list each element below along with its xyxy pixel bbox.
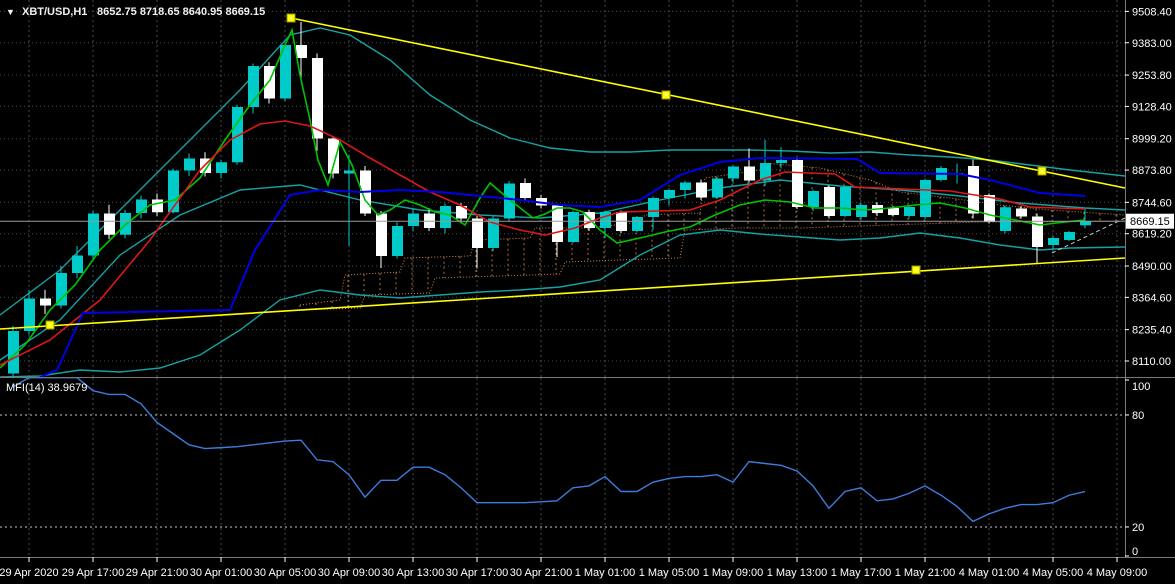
time-axis[interactable]: 29 Apr 2020 29 Apr 17:00 29 Apr 21:00 30 Ap… xyxy=(0,557,1147,579)
candle-up xyxy=(392,222,403,259)
candle-down xyxy=(824,185,835,219)
price-axis-label: 8744.60 xyxy=(1132,197,1172,209)
price-axis-label: 9508.40 xyxy=(1132,6,1172,18)
sub-axis-label: 100 xyxy=(1132,381,1150,393)
candle-down xyxy=(104,204,115,239)
candle-up xyxy=(712,177,723,199)
candle-down xyxy=(552,203,563,257)
price-axis-label: 8235.40 xyxy=(1132,325,1172,337)
sub-axis-label: 80 xyxy=(1132,410,1144,422)
time-axis-label: 1 May 05:00 xyxy=(639,567,700,579)
price-axis-label: 8110.00 xyxy=(1132,356,1171,368)
candle-down xyxy=(264,62,275,104)
sub-axis-label: 20 xyxy=(1132,522,1144,534)
candle-up xyxy=(88,211,99,259)
time-axis-label: 4 May 01:00 xyxy=(959,567,1020,579)
symbol-dropdown-icon: ▼ xyxy=(6,7,15,17)
candle-up xyxy=(840,186,851,218)
candle-down xyxy=(1016,206,1027,219)
time-axis-label: 4 May 05:00 xyxy=(1023,567,1084,579)
time-axis-label: 30 Apr 01:00 xyxy=(190,567,252,579)
mfi-indicator-label: MFI(14) 38.9679 xyxy=(6,382,87,394)
candle-up xyxy=(72,246,83,279)
candle-down xyxy=(696,179,707,200)
price-axis-label: 9128.40 xyxy=(1132,101,1172,113)
candle-up xyxy=(1000,206,1011,234)
time-axis-label: 1 May 01:00 xyxy=(575,567,636,579)
trendline-handle-center xyxy=(1041,170,1043,172)
price-axis-label: 8619.20 xyxy=(1132,229,1172,241)
price-axis[interactable]: 9508.40 9383.00 9253.80 9128.40 8999.20 8873.… xyxy=(1125,6,1174,368)
candle-up xyxy=(664,188,675,205)
mfi-line xyxy=(12,378,1086,523)
price-axis-label: 9253.80 xyxy=(1132,70,1172,82)
candle-up xyxy=(648,196,659,230)
mfi-polyline xyxy=(12,378,1086,523)
sub-axis-label: 0 xyxy=(1132,546,1138,558)
candle-down xyxy=(792,157,803,209)
trendline-handle-center xyxy=(49,324,51,326)
sub-panel-grid xyxy=(0,378,1125,557)
candle-down xyxy=(472,216,483,269)
candle-down xyxy=(520,178,531,201)
time-axis-label: 30 Apr 05:00 xyxy=(254,567,316,579)
symbol-period-label: XBT/USD,H1 xyxy=(22,6,87,18)
candle-up xyxy=(856,203,867,220)
time-axis-label: 30 Apr 09:00 xyxy=(318,567,380,579)
time-axis-label: 30 Apr 21:00 xyxy=(510,567,572,579)
trading-chart-window[interactable]: 9508.40 9383.00 9253.80 9128.40 8999.20 8873.… xyxy=(0,0,1175,584)
ohlc-values-label: 8652.75 8718.65 8640.95 8669.15 xyxy=(97,6,265,18)
sub-indicator-axis[interactable]: 100 80 20 0 xyxy=(1125,379,1150,558)
candle-up xyxy=(632,216,643,233)
price-axis-label: 8999.20 xyxy=(1132,134,1172,146)
time-axis-label: 1 May 21:00 xyxy=(895,567,956,579)
symbol-title-overlay: ▼ XBT/USD,H1 8652.75 8718.65 8640.95 866… xyxy=(6,6,265,18)
candle-up xyxy=(184,153,195,176)
candle-down xyxy=(328,136,339,179)
candle-up xyxy=(408,208,419,231)
red-ma-line xyxy=(0,120,1086,366)
time-axis-label: 29 Apr 21:00 xyxy=(126,567,188,579)
time-axis-label: 29 Apr 2020 xyxy=(0,567,59,579)
candle-down xyxy=(296,22,307,79)
price-axis-label: 8490.00 xyxy=(1132,261,1172,273)
descending-trendline xyxy=(290,17,1126,189)
candle-up xyxy=(216,159,227,179)
candle-up xyxy=(1048,236,1059,249)
candle-up xyxy=(1080,208,1091,229)
trendline-handle-center xyxy=(665,94,667,96)
candle-down xyxy=(616,210,627,233)
trendline-handle-center xyxy=(290,17,292,19)
candle-down xyxy=(376,211,387,268)
candle-up xyxy=(440,203,451,234)
current-price-label: 8669.15 xyxy=(1130,216,1170,228)
candle-up xyxy=(504,181,515,221)
trendline-handle-center xyxy=(915,269,917,271)
time-axis-label: 1 May 17:00 xyxy=(831,567,892,579)
price-axis-label: 9383.00 xyxy=(1132,38,1172,50)
time-axis-label: 30 Apr 17:00 xyxy=(446,567,508,579)
price-axis-label: 8364.60 xyxy=(1132,292,1172,304)
time-axis-label: 1 May 09:00 xyxy=(703,567,764,579)
price-axis-label: 8873.80 xyxy=(1132,165,1172,177)
band-lower-line xyxy=(0,229,1125,377)
candle-up xyxy=(904,206,915,219)
time-axis-label: 4 May 09:00 xyxy=(1087,567,1148,579)
chart-canvas[interactable]: 9508.40 9383.00 9253.80 9128.40 8999.20 8873.… xyxy=(0,0,1175,584)
candle-up xyxy=(920,178,931,220)
time-axis-label: 29 Apr 17:00 xyxy=(62,567,124,579)
candle-up xyxy=(728,164,739,184)
candle-up xyxy=(1064,231,1075,241)
time-axis-label: 1 May 13:00 xyxy=(767,567,828,579)
candle-down xyxy=(744,148,755,183)
panel-separators xyxy=(0,0,1175,558)
time-axis-label: 30 Apr 13:00 xyxy=(382,567,444,579)
